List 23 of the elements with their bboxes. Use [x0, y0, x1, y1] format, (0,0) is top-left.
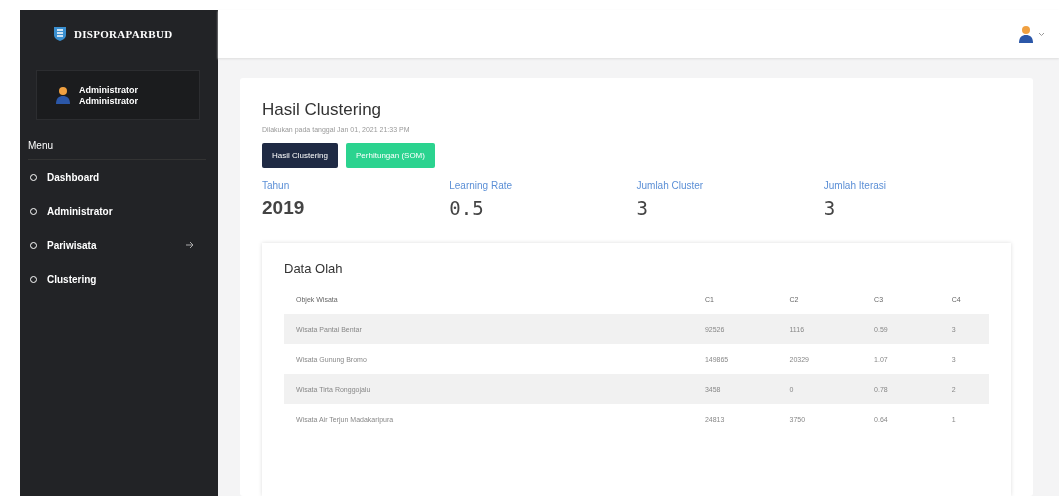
stat-label: Tahun: [262, 180, 291, 191]
user-role: Administrator: [79, 95, 138, 106]
tab-button[interactable]: Hasil Clustering: [262, 143, 339, 168]
page-title: Hasil Clustering: [262, 100, 383, 120]
menu-item[interactable]: Clustering: [20, 262, 218, 296]
menu-item[interactable]: Pariwisata: [20, 228, 218, 262]
stat-label: Jumlah Cluster: [636, 180, 705, 191]
stat-value: 3: [636, 197, 649, 219]
user-menu-icon: [1018, 25, 1034, 43]
user-name: Administrator: [79, 84, 138, 95]
menu-title: Menu: [28, 140, 206, 160]
stat-value: 0.5: [449, 197, 485, 219]
stat-value: 2019: [262, 197, 306, 219]
stat-label: Learning Rate: [449, 180, 514, 191]
menu-item[interactable]: Administrator: [20, 194, 218, 228]
stat-label: Jumlah Iterasi: [823, 180, 887, 191]
table-title: Data Olah: [284, 261, 344, 276]
brand-name: DISPORAPARBUD: [74, 28, 173, 40]
shield-logo-icon: [54, 27, 66, 41]
user-avatar-icon: [55, 86, 71, 104]
stat-value: 3: [823, 197, 837, 219]
caret-icon[interactable]: [1038, 31, 1045, 37]
menu-item[interactable]: Dashboard: [20, 160, 218, 194]
